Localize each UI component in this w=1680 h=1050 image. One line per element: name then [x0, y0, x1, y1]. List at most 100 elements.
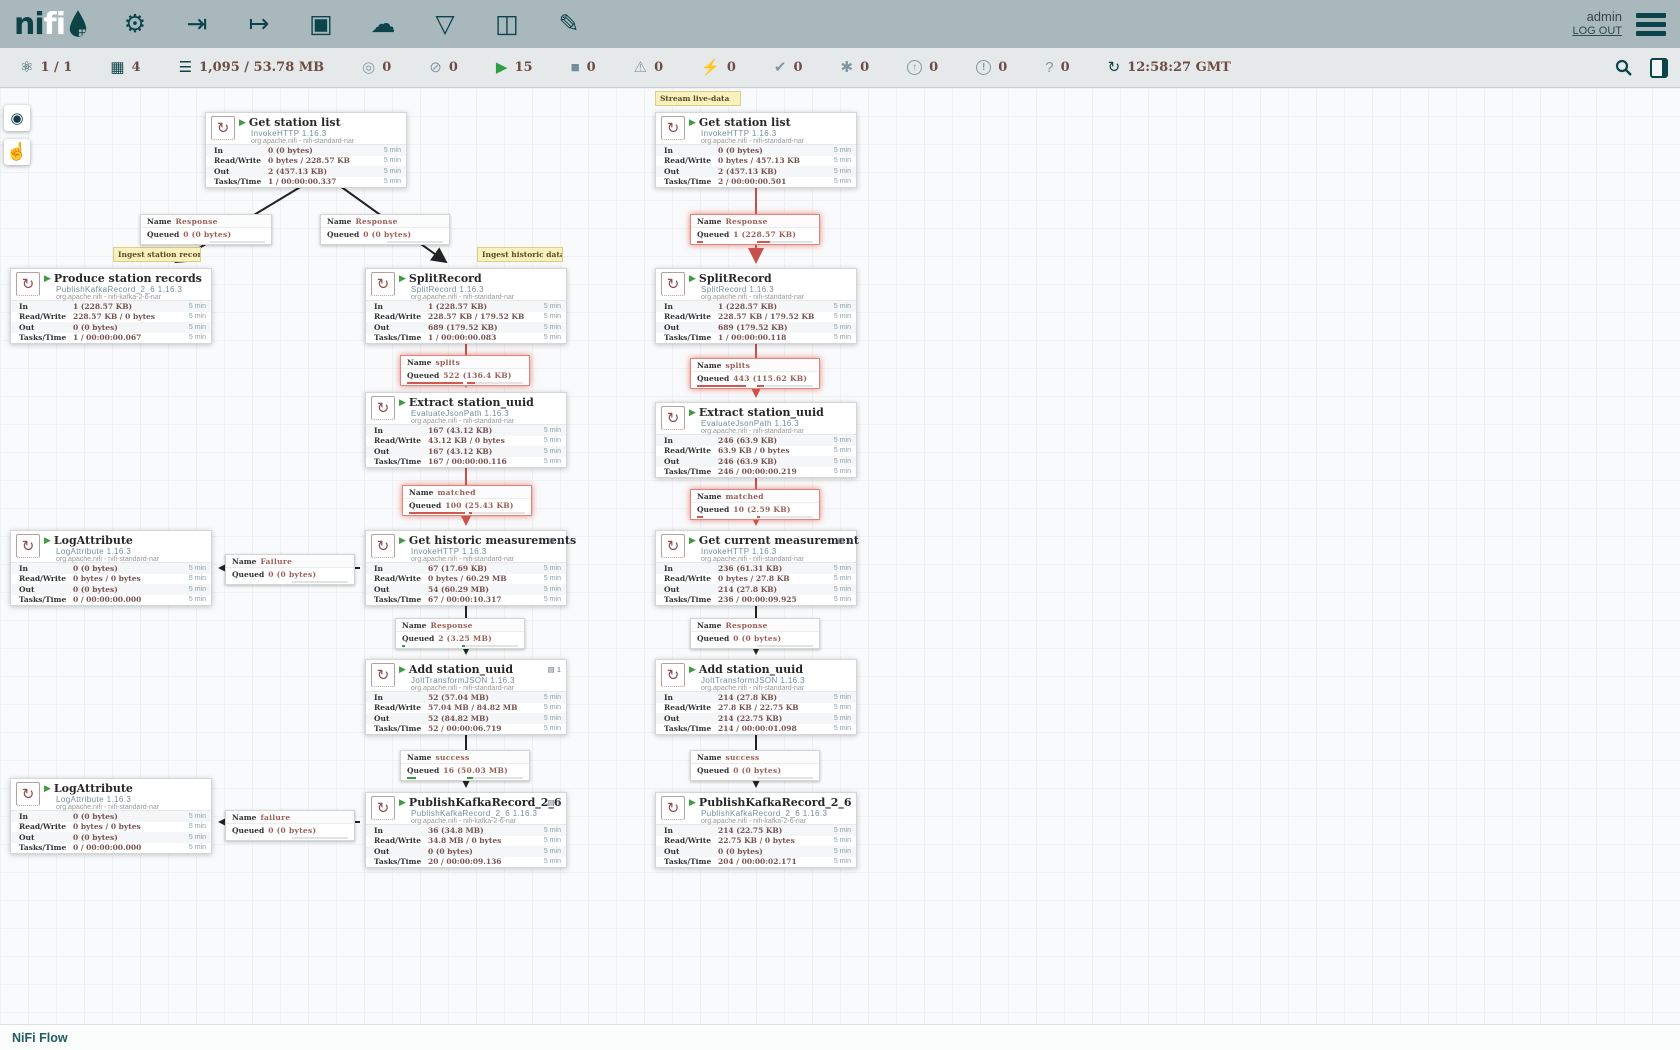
canvas-label-stream-live-data[interactable]: Stream live-data: [655, 91, 741, 106]
processor-splitrecord-2[interactable]: ↻▶SplitRecordSplitRecord 1.16.3org.apach…: [655, 268, 857, 344]
flow-canvas[interactable]: ◉ ☝ ↻▶Get station listInvokeHTTP 1.16.3o…: [0, 88, 1680, 1024]
stat-row-out: Out0 (0 bytes)5 min: [366, 846, 566, 857]
operate-palette-button[interactable]: ☝: [4, 139, 30, 165]
running-count: 15: [514, 60, 532, 75]
queue-size-bar: [209, 241, 265, 244]
last-refresh-time: 12:58:27 GMT: [1127, 60, 1231, 75]
connection-label-response-c[interactable]: NameResponseQueued1 (228.57 KB): [690, 214, 820, 245]
processor-extract-station-uuid-2[interactable]: ↻▶Extract station_uuidEvaluateJsonPath 1…: [655, 402, 857, 478]
processor-get-historic-measurements[interactable]: ↻▶Get historic measurementsInvokeHTTP 1.…: [365, 530, 567, 606]
processor-type-icon: ↻: [16, 272, 40, 296]
status-item-locally-modified: ✱0: [841, 60, 870, 75]
processor-type-icon: ↻: [371, 663, 395, 687]
connection-queued: 100 (25.43 KB): [445, 501, 514, 510]
stat-row-out: Out0 (0 bytes)5 min: [11, 584, 211, 595]
connection-label-splits-a[interactable]: NamesplitsQueued522 (136.4 KB): [400, 355, 530, 386]
stat-row-in: In36 (34.8 MB)5 min: [366, 825, 566, 836]
active-threads-count: 4: [132, 60, 141, 75]
queue-count-bar: [697, 385, 746, 388]
active-threads-badge: ▤ 1: [838, 536, 851, 545]
processor-name: LogAttribute: [54, 534, 133, 547]
processor-produce-station-records[interactable]: ↻▶Produce station recordsPublishKafkaRec…: [10, 268, 212, 344]
canvas-label-ingest-historic-data[interactable]: Ingest historic data: [477, 247, 563, 262]
funnel-icon[interactable]: ▽: [427, 6, 463, 42]
processor-get-station-list-2[interactable]: ↻▶Get station listInvokeHTTP 1.16.3org.a…: [655, 112, 857, 188]
queue-size-bar: [462, 645, 518, 648]
stat-row-readwrite: Read/Write0 bytes / 0 bytes5 min: [11, 822, 211, 833]
processor-add-station-uuid-2[interactable]: ↻▶Add station_uuidJoltTransformJSON 1.16…: [655, 659, 857, 735]
processor-bundle: org.apache.nifi - nifi-standard-nar: [56, 556, 206, 563]
stat-row-in: In214 (27.8 KB)5 min: [656, 692, 856, 703]
logout-link[interactable]: LOG OUT: [1572, 24, 1622, 39]
processor-logattribute-1[interactable]: ↻▶LogAttributeLogAttribute 1.16.3org.apa…: [10, 530, 212, 606]
running-status-icon: ▶: [399, 798, 406, 807]
connection-label-success-b[interactable]: NamesuccessQueued0 (0 bytes): [690, 750, 820, 781]
queue-size-bar: [757, 385, 813, 388]
processor-get-station-list-1[interactable]: ↻▶Get station listInvokeHTTP 1.16.3org.a…: [205, 112, 407, 188]
connection-label-response-e[interactable]: NameResponseQueued0 (0 bytes): [690, 618, 820, 649]
processor-add-station-uuid-1[interactable]: ↻▶Add station_uuidJoltTransformJSON 1.16…: [365, 659, 567, 735]
connection-name: Response: [725, 621, 767, 630]
global-menu-icon[interactable]: [1636, 13, 1666, 36]
processor-get-current-measurement[interactable]: ↻▶Get current measurementInvokeHTTP 1.16…: [655, 530, 857, 606]
cluster-count: 1 / 1: [40, 60, 72, 75]
status-item-transmitting: ◎0: [362, 60, 391, 75]
template-icon[interactable]: ◫: [489, 6, 525, 42]
stat-row-readwrite: Read/Write43.12 KB / 0 bytes5 min: [366, 436, 566, 447]
connection-name: Response: [430, 621, 472, 630]
status-item-stopped: ■0: [571, 60, 596, 75]
stat-row-out: Out0 (0 bytes)5 min: [656, 846, 856, 857]
processor-splitrecord-1[interactable]: ↻▶SplitRecordSplitRecord 1.16.3org.apach…: [365, 268, 567, 344]
stat-row-taskstime: Tasks/Time167 / 00:00:00.1165 min: [366, 457, 566, 468]
connection-label-failure-b[interactable]: NamefailureQueued0 (0 bytes): [225, 810, 355, 841]
queue-count-bar: [402, 645, 405, 648]
stat-row-readwrite: Read/Write57.04 MB / 84.82 MB5 min: [366, 703, 566, 714]
processor-name: Get station list: [249, 116, 341, 129]
processor-bundle: org.apache.nifi - nifi-kafka-2-6-nar: [701, 818, 851, 825]
processor-publishkafkarecord-1[interactable]: ↻▶PublishKafkaRecord_2_6PublishKafkaReco…: [365, 792, 567, 868]
stat-row-in: In0 (0 bytes)5 min: [11, 563, 211, 574]
processor-type: InvokeHTTP 1.16.3: [701, 129, 851, 138]
processor-extract-station-uuid-1[interactable]: ↻▶Extract station_uuidEvaluateJsonPath 1…: [365, 392, 567, 468]
connection-label-splits-b[interactable]: NamesplitsQueued443 (115.62 KB): [690, 358, 820, 389]
connection-queued: 0 (0 bytes): [363, 230, 411, 239]
up-to-date-icon: ✔: [774, 60, 787, 75]
stat-row-readwrite: Read/Write63.9 KB / 0 bytes5 min: [656, 446, 856, 457]
processor-publishkafkarecord-2[interactable]: ↻▶PublishKafkaRecord_2_6PublishKafkaReco…: [655, 792, 857, 868]
connection-label-failure-a[interactable]: NameFailureQueued0 (0 bytes): [225, 554, 355, 585]
processor-name: LogAttribute: [54, 782, 133, 795]
processor-bundle: org.apache.nifi - nifi-standard-nar: [411, 294, 561, 301]
search-icon[interactable]: [1612, 56, 1636, 80]
processor-logattribute-2[interactable]: ↻▶LogAttributeLogAttribute 1.16.3org.apa…: [10, 778, 212, 854]
running-status-icon: ▶: [689, 408, 696, 417]
processor-name: Extract station_uuid: [409, 396, 534, 409]
connection-label-matched-b[interactable]: NamematchedQueued10 (2.59 KB): [690, 489, 820, 520]
running-status-icon: ▶: [689, 665, 696, 674]
stat-row-taskstime: Tasks/Time1 / 00:00:00.0675 min: [11, 333, 211, 344]
canvas-label-ingest-station-records[interactable]: Ingest station records: [113, 247, 201, 262]
process-group-icon[interactable]: ▣: [303, 6, 339, 42]
breadcrumb[interactable]: NiFi Flow: [12, 1031, 68, 1045]
label-icon[interactable]: ✎: [551, 6, 587, 42]
sync-failure-icon: ?: [1045, 60, 1053, 75]
input-port-icon[interactable]: ⇥: [179, 6, 215, 42]
processor-icon[interactable]: ⚙: [117, 6, 153, 42]
output-port-icon[interactable]: ↦: [241, 6, 277, 42]
remote-process-group-icon[interactable]: ☁: [365, 6, 401, 42]
processor-name: Get current measurement: [699, 534, 859, 547]
stat-row-taskstime: Tasks/Time1 / 00:00:00.3375 min: [206, 177, 406, 188]
panel-toggle-icon[interactable]: [1650, 58, 1668, 78]
connection-label-response-b[interactable]: NameResponseQueued0 (0 bytes): [320, 214, 450, 245]
connection-label-success-a[interactable]: NamesuccessQueued16 (50.03 MB): [400, 750, 530, 781]
connection-queued: 10 (2.59 KB): [733, 505, 790, 514]
queue-size-bar: [757, 241, 813, 244]
active-threads-badge: ▤ 1: [548, 665, 561, 674]
queue-size-bar: [469, 512, 525, 515]
processor-name: Get station list: [699, 116, 791, 129]
connection-label-matched-a[interactable]: NamematchedQueued100 (25.43 KB): [402, 485, 532, 516]
connection-label-response-a[interactable]: NameResponseQueued0 (0 bytes): [140, 214, 272, 245]
navigate-palette-button[interactable]: ◉: [4, 105, 30, 131]
refresh-icon[interactable]: ↻: [1108, 60, 1121, 75]
connection-label-response-d[interactable]: NameResponseQueued2 (3.25 MB): [395, 618, 525, 649]
status-item-sync-failure: ?0: [1045, 60, 1069, 75]
